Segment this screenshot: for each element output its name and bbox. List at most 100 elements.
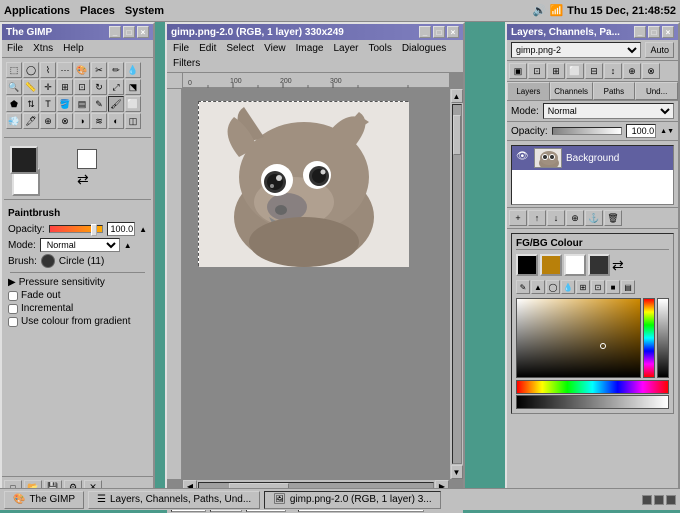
places-menu[interactable]: Places [80, 5, 115, 17]
taskbar-gimp-button[interactable]: 🎨 The GIMP [4, 491, 84, 509]
tool-text[interactable]: T [40, 96, 56, 112]
brightness-slider[interactable] [657, 298, 669, 378]
opacity-slider[interactable] [49, 225, 104, 233]
layers-tool-6[interactable]: ↕ [604, 63, 622, 79]
layers-tool-2[interactable]: ⊡ [528, 63, 546, 79]
color-tool-5[interactable]: ⊞ [576, 280, 590, 294]
opacity-slider[interactable] [552, 127, 622, 135]
tool-rotate[interactable]: ↻ [91, 79, 107, 95]
fade-checkbox[interactable] [8, 291, 18, 301]
tool-ink[interactable]: 🖊 [23, 113, 39, 129]
tool-alignment[interactable]: ⊞ [57, 79, 73, 95]
opacity-value[interactable]: 100.0 [107, 222, 135, 236]
image-edit-menu[interactable]: Edit [195, 42, 220, 55]
tool-flip[interactable]: ⇅ [23, 96, 39, 112]
toolbox-maximize-button[interactable]: □ [123, 26, 135, 38]
tool-zoom[interactable]: 🔍 [6, 79, 22, 95]
opacity-spinner[interactable]: ▲▼ [660, 128, 674, 135]
layers-close-button[interactable]: × [662, 26, 674, 38]
default-colors-icon[interactable] [77, 149, 97, 169]
color-picker-canvas[interactable] [516, 298, 641, 378]
image-file-menu[interactable]: File [169, 42, 193, 55]
brush-preview[interactable] [41, 254, 55, 268]
image-layer-menu[interactable]: Layer [329, 42, 362, 55]
tool-move[interactable]: ✛ [40, 79, 56, 95]
system-menu[interactable]: System [125, 5, 164, 17]
layer-item-background[interactable]: 👁 Background [512, 146, 673, 170]
color-tool-2[interactable]: ▲ [531, 280, 545, 294]
foreground-color-swatch[interactable] [10, 146, 38, 174]
swap-colors-icon[interactable]: ⇄ [77, 171, 97, 188]
dark-color-block[interactable] [588, 254, 610, 276]
layers-mode-select[interactable]: Normal [543, 103, 674, 119]
image-selector[interactable]: gimp.png-2 [511, 42, 641, 58]
tool-paintbrush[interactable]: 🖌 [108, 96, 124, 112]
tool-rect-select[interactable]: ⬚ [6, 62, 22, 78]
toolbox-xtns-menu[interactable]: Xtns [30, 42, 56, 55]
layers-minimize-button[interactable]: _ [634, 26, 646, 38]
raise-layer-button[interactable]: ↑ [528, 210, 546, 226]
color-tool-8[interactable]: ▤ [621, 280, 635, 294]
color-tool-6[interactable]: ⊡ [591, 280, 605, 294]
tool-fuzzy-select[interactable]: ⋯ [57, 62, 73, 78]
tool-desaturate[interactable]: ◫ [125, 113, 141, 129]
new-layer-button[interactable]: + [509, 210, 527, 226]
tool-crop[interactable]: ⊡ [74, 79, 90, 95]
tool-smudge[interactable]: ≋ [91, 113, 107, 129]
image-filters-menu[interactable]: Filters [169, 57, 204, 70]
tool-gradient[interactable]: ▤ [74, 96, 90, 112]
auto-button[interactable]: Auto [645, 42, 674, 58]
applications-menu[interactable]: Applications [4, 5, 70, 17]
color-tool-7[interactable]: ■ [606, 280, 620, 294]
delete-layer-button[interactable]: 🗑 [604, 210, 622, 226]
bg-color-block[interactable] [564, 254, 586, 276]
image-close-button[interactable]: × [447, 26, 459, 38]
layers-tool-4[interactable]: ⬜ [566, 63, 584, 79]
mode-select[interactable]: Normal [40, 238, 120, 252]
tool-scale[interactable]: ⤢ [108, 79, 124, 95]
tool-perspective[interactable]: ⬟ [6, 96, 22, 112]
duplicate-layer-button[interactable]: ⊕ [566, 210, 584, 226]
tool-pencil[interactable]: ✎ [91, 96, 107, 112]
gradient-checkbox[interactable] [8, 317, 18, 327]
incremental-checkbox[interactable] [8, 304, 18, 314]
color-swap-icon[interactable]: ⇄ [612, 257, 624, 274]
toolbox-minimize-button[interactable]: _ [109, 26, 121, 38]
layers-maximize-button[interactable]: □ [648, 26, 660, 38]
scroll-down-button[interactable]: ▼ [451, 465, 463, 479]
color-tool-3[interactable]: ◯ [546, 280, 560, 294]
tool-paths[interactable]: ✏ [108, 62, 124, 78]
tab-channels[interactable]: Channels [550, 82, 593, 100]
image-image-menu[interactable]: Image [292, 42, 328, 55]
tool-color-picker[interactable]: 💧 [125, 62, 141, 78]
image-select-menu[interactable]: Select [222, 42, 258, 55]
color-spectrum[interactable] [516, 380, 669, 394]
v-scroll-thumb[interactable] [453, 115, 461, 155]
tool-free-select[interactable]: ⌇ [40, 62, 56, 78]
grayscale-spectrum[interactable] [516, 395, 669, 409]
toolbox-help-menu[interactable]: Help [60, 42, 87, 55]
pressure-arrow[interactable]: ▶ [8, 277, 16, 288]
layer-list[interactable]: 👁 Background [511, 145, 674, 205]
image-tools-menu[interactable]: Tools [364, 42, 395, 55]
canvas-scroll-area[interactable] [183, 89, 449, 479]
tool-dodge-burn[interactable]: ◐ [108, 113, 124, 129]
tool-convolve[interactable]: ◑ [74, 113, 90, 129]
color-tool-1[interactable]: ✎ [516, 280, 530, 294]
tool-select-by-color[interactable]: 🎨 [74, 62, 90, 78]
image-dialogues-menu[interactable]: Dialogues [398, 42, 450, 55]
tool-bucket-fill[interactable]: 🪣 [57, 96, 73, 112]
layers-tool-8[interactable]: ⊗ [642, 63, 660, 79]
scroll-up-button[interactable]: ▲ [451, 89, 463, 103]
image-view-menu[interactable]: View [260, 42, 290, 55]
layers-tool-3[interactable]: ⊞ [547, 63, 565, 79]
tool-scissors[interactable]: ✂ [91, 62, 107, 78]
lower-layer-button[interactable]: ↓ [547, 210, 565, 226]
toolbox-file-menu[interactable]: File [4, 42, 26, 55]
layers-tool-7[interactable]: ⊕ [623, 63, 641, 79]
tool-eraser[interactable]: ⬜ [125, 96, 141, 112]
taskbar-image-button[interactable]: 🖼 gimp.png-2.0 (RGB, 1 layer) 3... [264, 491, 440, 509]
image-maximize-button[interactable]: □ [433, 26, 445, 38]
color-tool-4[interactable]: 💧 [561, 280, 575, 294]
mode-spinner[interactable]: ▲ [124, 241, 132, 250]
